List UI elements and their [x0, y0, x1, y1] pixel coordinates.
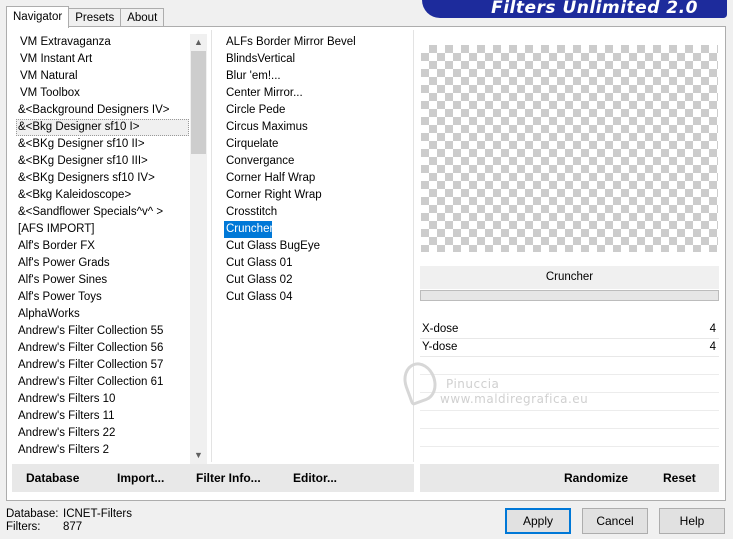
reset-button[interactable]: Reset	[663, 471, 696, 485]
filters-label: Filters:	[6, 521, 41, 533]
category-list[interactable]: VM Extravaganza VM Instant Art VM Natural V…	[16, 34, 189, 464]
divider	[420, 428, 719, 429]
filter-list[interactable]: ALFs Border Mirror Bevel BlindsVertical Bl…	[224, 34, 409, 306]
filter-item[interactable]: Corner Half Wrap	[224, 170, 409, 187]
category-item[interactable]: &<Sandflower Specials^v^ >	[16, 204, 189, 221]
param-row-y-dose[interactable]: Y-dose 4	[420, 339, 719, 357]
filter-item[interactable]: Cut Glass 02	[224, 272, 409, 289]
category-item[interactable]: &<BKg Designer sf10 II>	[16, 136, 189, 153]
category-item[interactable]: &<Background Designers IV>	[16, 102, 189, 119]
filters-count: 877	[63, 521, 83, 533]
category-item[interactable]: &<Bkg Kaleidoscope>	[16, 187, 189, 204]
category-item[interactable]: Andrew's Filter Collection 56	[16, 340, 189, 357]
category-item[interactable]: AlphaWorks	[16, 306, 189, 323]
filter-item[interactable]: Blur 'em!...	[224, 68, 409, 85]
category-item[interactable]: Alf's Power Grads	[16, 255, 189, 272]
filter-item[interactable]: Crosstitch	[224, 204, 409, 221]
category-item[interactable]: Andrew's Filters 2	[16, 442, 189, 459]
scroll-down-icon[interactable]: ▼	[190, 447, 207, 464]
parameter-list: X-dose 4 Y-dose 4	[420, 303, 719, 462]
filter-item[interactable]: Cut Glass 04	[224, 289, 409, 306]
preview-area	[421, 45, 718, 252]
divider	[420, 446, 719, 447]
import-button[interactable]: Import...	[117, 471, 164, 485]
status-info: Database: ICNET-Filters Filters: 877	[6, 508, 132, 534]
param-row-x-dose[interactable]: X-dose 4	[420, 321, 719, 339]
category-scrollbar[interactable]: ▲ ▼	[190, 34, 207, 464]
divider	[420, 410, 719, 411]
category-item[interactable]: VM Toolbox	[16, 85, 189, 102]
param-label: X-dose	[422, 323, 459, 335]
divider	[211, 30, 212, 462]
divider	[420, 392, 719, 393]
category-item[interactable]: Andrew's Filter Collection 57	[16, 357, 189, 374]
param-value: 4	[709, 323, 716, 335]
right-toolbar: Randomize Reset	[420, 464, 719, 492]
editor-button[interactable]: Editor...	[293, 471, 337, 485]
category-item[interactable]: &<BKg Designers sf10 IV>	[16, 170, 189, 187]
apply-button[interactable]: Apply	[505, 508, 571, 534]
filter-item[interactable]: Center Mirror...	[224, 85, 409, 102]
category-item[interactable]: Alf's Power Sines	[16, 272, 189, 289]
filter-item[interactable]: Convergance	[224, 153, 409, 170]
category-item[interactable]: Andrew's Filter Collection 61	[16, 374, 189, 391]
category-item[interactable]: [AFS IMPORT]	[16, 221, 189, 238]
filter-info-button[interactable]: Filter Info...	[196, 471, 261, 485]
divider	[420, 374, 719, 375]
scroll-up-icon[interactable]: ▲	[190, 34, 207, 51]
tab-navigator[interactable]: Navigator	[6, 6, 70, 28]
category-item[interactable]: VM Extravaganza	[16, 34, 189, 51]
filter-item[interactable]: Cut Glass 01	[224, 255, 409, 272]
category-item[interactable]: Andrew's Filters 10	[16, 391, 189, 408]
category-item[interactable]: Alf's Power Toys	[16, 289, 189, 306]
category-item[interactable]: Alf's Border FX	[16, 238, 189, 255]
left-toolbar: Database Import... Filter Info... Editor…	[12, 464, 414, 492]
help-button[interactable]: Help	[659, 508, 725, 534]
filter-item[interactable]: BlindsVertical	[224, 51, 409, 68]
category-item[interactable]: Andrew's Filters 11	[16, 408, 189, 425]
selected-filter-name: Cruncher	[420, 266, 719, 289]
param-label: Y-dose	[422, 341, 458, 353]
category-item[interactable]: &<BKg Designer sf10 III>	[16, 153, 189, 170]
tab-about[interactable]: About	[120, 8, 165, 27]
tab-presets[interactable]: Presets	[68, 8, 122, 27]
cancel-button[interactable]: Cancel	[582, 508, 648, 534]
database-value: ICNET-Filters	[63, 508, 132, 520]
filter-item[interactable]: Cut Glass BugEye	[224, 238, 409, 255]
category-item[interactable]: &<Bkg Designer sf10 I>	[16, 119, 189, 136]
param-value: 4	[709, 341, 716, 353]
filter-item[interactable]: ALFs Border Mirror Bevel	[224, 34, 409, 51]
randomize-button[interactable]: Randomize	[564, 471, 628, 485]
app-title-banner: Filters Unlimited 2.0	[422, 0, 727, 18]
tab-strip: Navigator Presets About	[6, 6, 165, 28]
progress-bar	[420, 290, 719, 301]
database-label: Database:	[6, 508, 59, 520]
filter-item[interactable]: Corner Right Wrap	[224, 187, 409, 204]
database-button[interactable]: Database	[26, 471, 79, 485]
scroll-thumb[interactable]	[191, 51, 206, 154]
filter-item[interactable]: Circle Pede	[224, 102, 409, 119]
category-item[interactable]: Andrew's Filter Collection 55	[16, 323, 189, 340]
filter-item[interactable]: Cirquelate	[224, 136, 409, 153]
filter-item[interactable]: Circus Maximus	[224, 119, 409, 136]
divider	[413, 30, 414, 462]
filter-item[interactable]: Cruncher	[224, 221, 273, 238]
category-item[interactable]: Andrew's Filters 22	[16, 425, 189, 442]
category-item[interactable]: VM Instant Art	[16, 51, 189, 68]
category-item[interactable]: VM Natural	[16, 68, 189, 85]
